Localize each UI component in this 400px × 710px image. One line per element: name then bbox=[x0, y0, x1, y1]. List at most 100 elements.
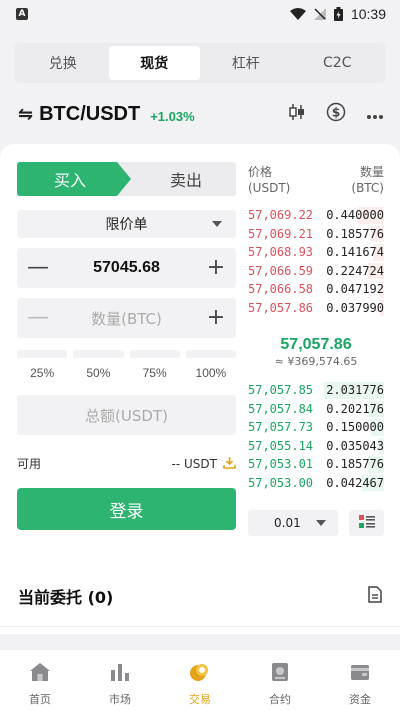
orderbook-row[interactable]: 57,057.73 0.150000 bbox=[248, 418, 384, 437]
orderbook-row[interactable]: 57,066.58 0.047192 bbox=[248, 280, 384, 299]
nav-wallet[interactable]: 资金 bbox=[320, 650, 400, 710]
row-price: 57,053.00 bbox=[248, 475, 314, 490]
buy-tab[interactable]: 买入 bbox=[17, 162, 131, 196]
quantity-input[interactable]: — 数量(BTC) + bbox=[17, 298, 236, 338]
available-label: 可用 bbox=[17, 457, 42, 471]
percent-segment[interactable] bbox=[17, 350, 68, 358]
row-qty: 0.185776 bbox=[326, 226, 384, 241]
nav-label: 首页 bbox=[29, 693, 51, 706]
orderbook-row[interactable]: 57,057.85 2.031776 bbox=[248, 381, 384, 400]
svg-text:$: $ bbox=[332, 106, 340, 120]
row-price: 57,055.14 bbox=[248, 438, 314, 453]
layout-icon bbox=[358, 514, 375, 533]
percent-100[interactable]: 100% bbox=[186, 366, 236, 380]
price-input[interactable]: — 57045.68 + bbox=[17, 248, 236, 288]
nav-market[interactable]: 市场 bbox=[80, 650, 160, 710]
nav-label: 合约 bbox=[269, 693, 291, 706]
orderbook-row[interactable]: 57,057.86 0.037990 bbox=[248, 299, 384, 318]
wallet-icon bbox=[349, 662, 371, 685]
row-price: 57,066.58 bbox=[248, 282, 314, 297]
more-icon[interactable] bbox=[366, 105, 384, 124]
row-price: 57,057.85 bbox=[248, 383, 314, 398]
wifi-icon bbox=[289, 8, 306, 20]
tab-c2c[interactable]: C2C bbox=[292, 46, 384, 80]
row-qty: 0.037990 bbox=[326, 300, 384, 315]
row-qty: 0.042467 bbox=[326, 475, 384, 490]
login-button[interactable]: 登录 bbox=[17, 488, 236, 530]
minus-icon[interactable]: — bbox=[27, 257, 49, 279]
percent-segment[interactable] bbox=[129, 350, 180, 358]
tab-margin[interactable]: 杠杆 bbox=[200, 46, 292, 80]
sell-tab[interactable]: 卖出 bbox=[136, 162, 236, 196]
tab-spot[interactable]: 现货 bbox=[108, 46, 200, 80]
orderbook-row[interactable]: 57,068.93 0.141674 bbox=[248, 243, 384, 262]
row-qty: 0.047192 bbox=[326, 282, 384, 297]
bid-list: 57,057.85 2.031776 57,057.84 0.202176 57,057… bbox=[248, 381, 384, 492]
qty-unit: (BTC) bbox=[351, 181, 384, 195]
bottom-nav: 首页 市场 交易 合约 资金 bbox=[0, 650, 400, 710]
orderbook-row[interactable]: 57,069.21 0.185776 bbox=[248, 225, 384, 244]
nav-trade[interactable]: 交易 bbox=[160, 650, 240, 710]
row-qty: 0.141674 bbox=[326, 245, 384, 260]
document-icon[interactable] bbox=[368, 585, 382, 607]
price-header: 价格 bbox=[248, 165, 273, 179]
tab-exchange[interactable]: 兑换 bbox=[17, 46, 109, 80]
row-qty: 0.185776 bbox=[326, 457, 384, 472]
pair-name[interactable]: BTC/USDT bbox=[39, 103, 140, 126]
minus-icon[interactable]: — bbox=[27, 307, 49, 329]
trade-card: 买入 卖出 限价单 — 57045.68 + — 数量(BTC) + 25% 5… bbox=[0, 144, 400, 634]
percent-25[interactable]: 25% bbox=[17, 366, 67, 380]
row-qty: 2.031776 bbox=[326, 383, 384, 398]
row-qty: 0.202176 bbox=[326, 401, 384, 416]
open-orders-header: 当前委托 (0) bbox=[18, 584, 382, 608]
orderbook-row[interactable]: 57,053.00 0.042467 bbox=[248, 474, 384, 493]
deposit-icon[interactable] bbox=[223, 456, 236, 472]
percent-segment[interactable] bbox=[73, 350, 124, 358]
percent-segment[interactable] bbox=[185, 350, 236, 358]
row-qty: 0.150000 bbox=[326, 420, 384, 435]
trade-mode-tabs: 兑换 现货 杠杆 C2C bbox=[14, 43, 386, 83]
battery-icon bbox=[333, 7, 343, 21]
total-placeholder: 总额(USDT) bbox=[85, 406, 168, 425]
row-qty: 0.440000 bbox=[326, 208, 384, 223]
orderbook-row[interactable]: 57,066.59 0.224724 bbox=[248, 262, 384, 281]
nav-label: 资金 bbox=[349, 693, 371, 706]
dollar-icon[interactable]: $ bbox=[326, 102, 346, 126]
orderbook-layout-button[interactable] bbox=[349, 510, 384, 536]
orderbook-row[interactable]: 57,053.01 0.185776 bbox=[248, 455, 384, 474]
orderbook-row[interactable]: 57,069.22 0.440000 bbox=[248, 206, 384, 225]
market-icon bbox=[109, 662, 131, 685]
candlestick-icon[interactable] bbox=[288, 103, 306, 125]
app-badge-icon: A bbox=[16, 8, 28, 20]
row-price: 57,066.59 bbox=[248, 263, 314, 278]
plus-icon[interactable]: + bbox=[206, 307, 226, 329]
total-input[interactable]: 总额(USDT) bbox=[17, 395, 236, 435]
qty-header: 数量 bbox=[359, 165, 384, 179]
futures-icon bbox=[269, 662, 291, 685]
trade-icon bbox=[189, 662, 211, 685]
depth-select[interactable]: 0.01 bbox=[248, 510, 338, 536]
percent-slider[interactable] bbox=[17, 350, 236, 358]
plus-icon[interactable]: + bbox=[206, 257, 226, 279]
ask-list: 57,069.22 0.440000 57,069.21 0.185776 57,068… bbox=[248, 206, 384, 317]
depth-value: 0.01 bbox=[274, 516, 301, 530]
orderbook-row[interactable]: 57,055.14 0.035043 bbox=[248, 437, 384, 456]
nav-futures[interactable]: 合约 bbox=[240, 650, 320, 710]
home-icon bbox=[29, 662, 51, 685]
swap-icon[interactable]: ⇋ bbox=[18, 104, 33, 125]
quantity-placeholder: 数量(BTC) bbox=[91, 309, 162, 328]
row-price: 57,057.73 bbox=[248, 420, 314, 435]
available-value: -- USDT bbox=[171, 456, 217, 471]
mid-price-block: 57,057.86 ≈ ¥369,574.65 bbox=[248, 336, 384, 368]
nav-home[interactable]: 首页 bbox=[0, 650, 80, 710]
row-price: 57,068.93 bbox=[248, 245, 314, 260]
mid-price: 57,057.86 bbox=[280, 336, 352, 353]
percent-75[interactable]: 75% bbox=[130, 366, 180, 380]
row-price: 57,057.86 bbox=[248, 300, 314, 315]
orderbook-header: 价格 (USDT) 数量 (BTC) bbox=[248, 164, 384, 196]
orderbook-row[interactable]: 57,057.84 0.202176 bbox=[248, 400, 384, 419]
signal-off-icon bbox=[313, 8, 326, 20]
order-type-select[interactable]: 限价单 bbox=[17, 210, 236, 238]
mid-fiat: ≈ ¥369,574.65 bbox=[274, 355, 358, 368]
percent-50[interactable]: 50% bbox=[73, 366, 123, 380]
